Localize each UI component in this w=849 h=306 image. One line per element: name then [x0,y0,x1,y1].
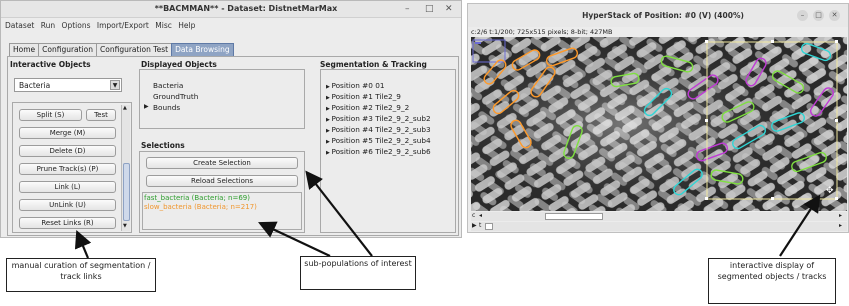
arrow-curation [74,229,92,259]
arrow-display [779,194,821,257]
annotation-interactive-display: interactive display of segmented objects… [708,258,836,304]
arrow-selections-1 [258,221,331,257]
annotation-curation: manual curation of segmentation / track … [6,258,156,292]
arrow-selections-2 [305,170,373,257]
annotation-subpopulations: sub-populations of interest [300,256,416,290]
